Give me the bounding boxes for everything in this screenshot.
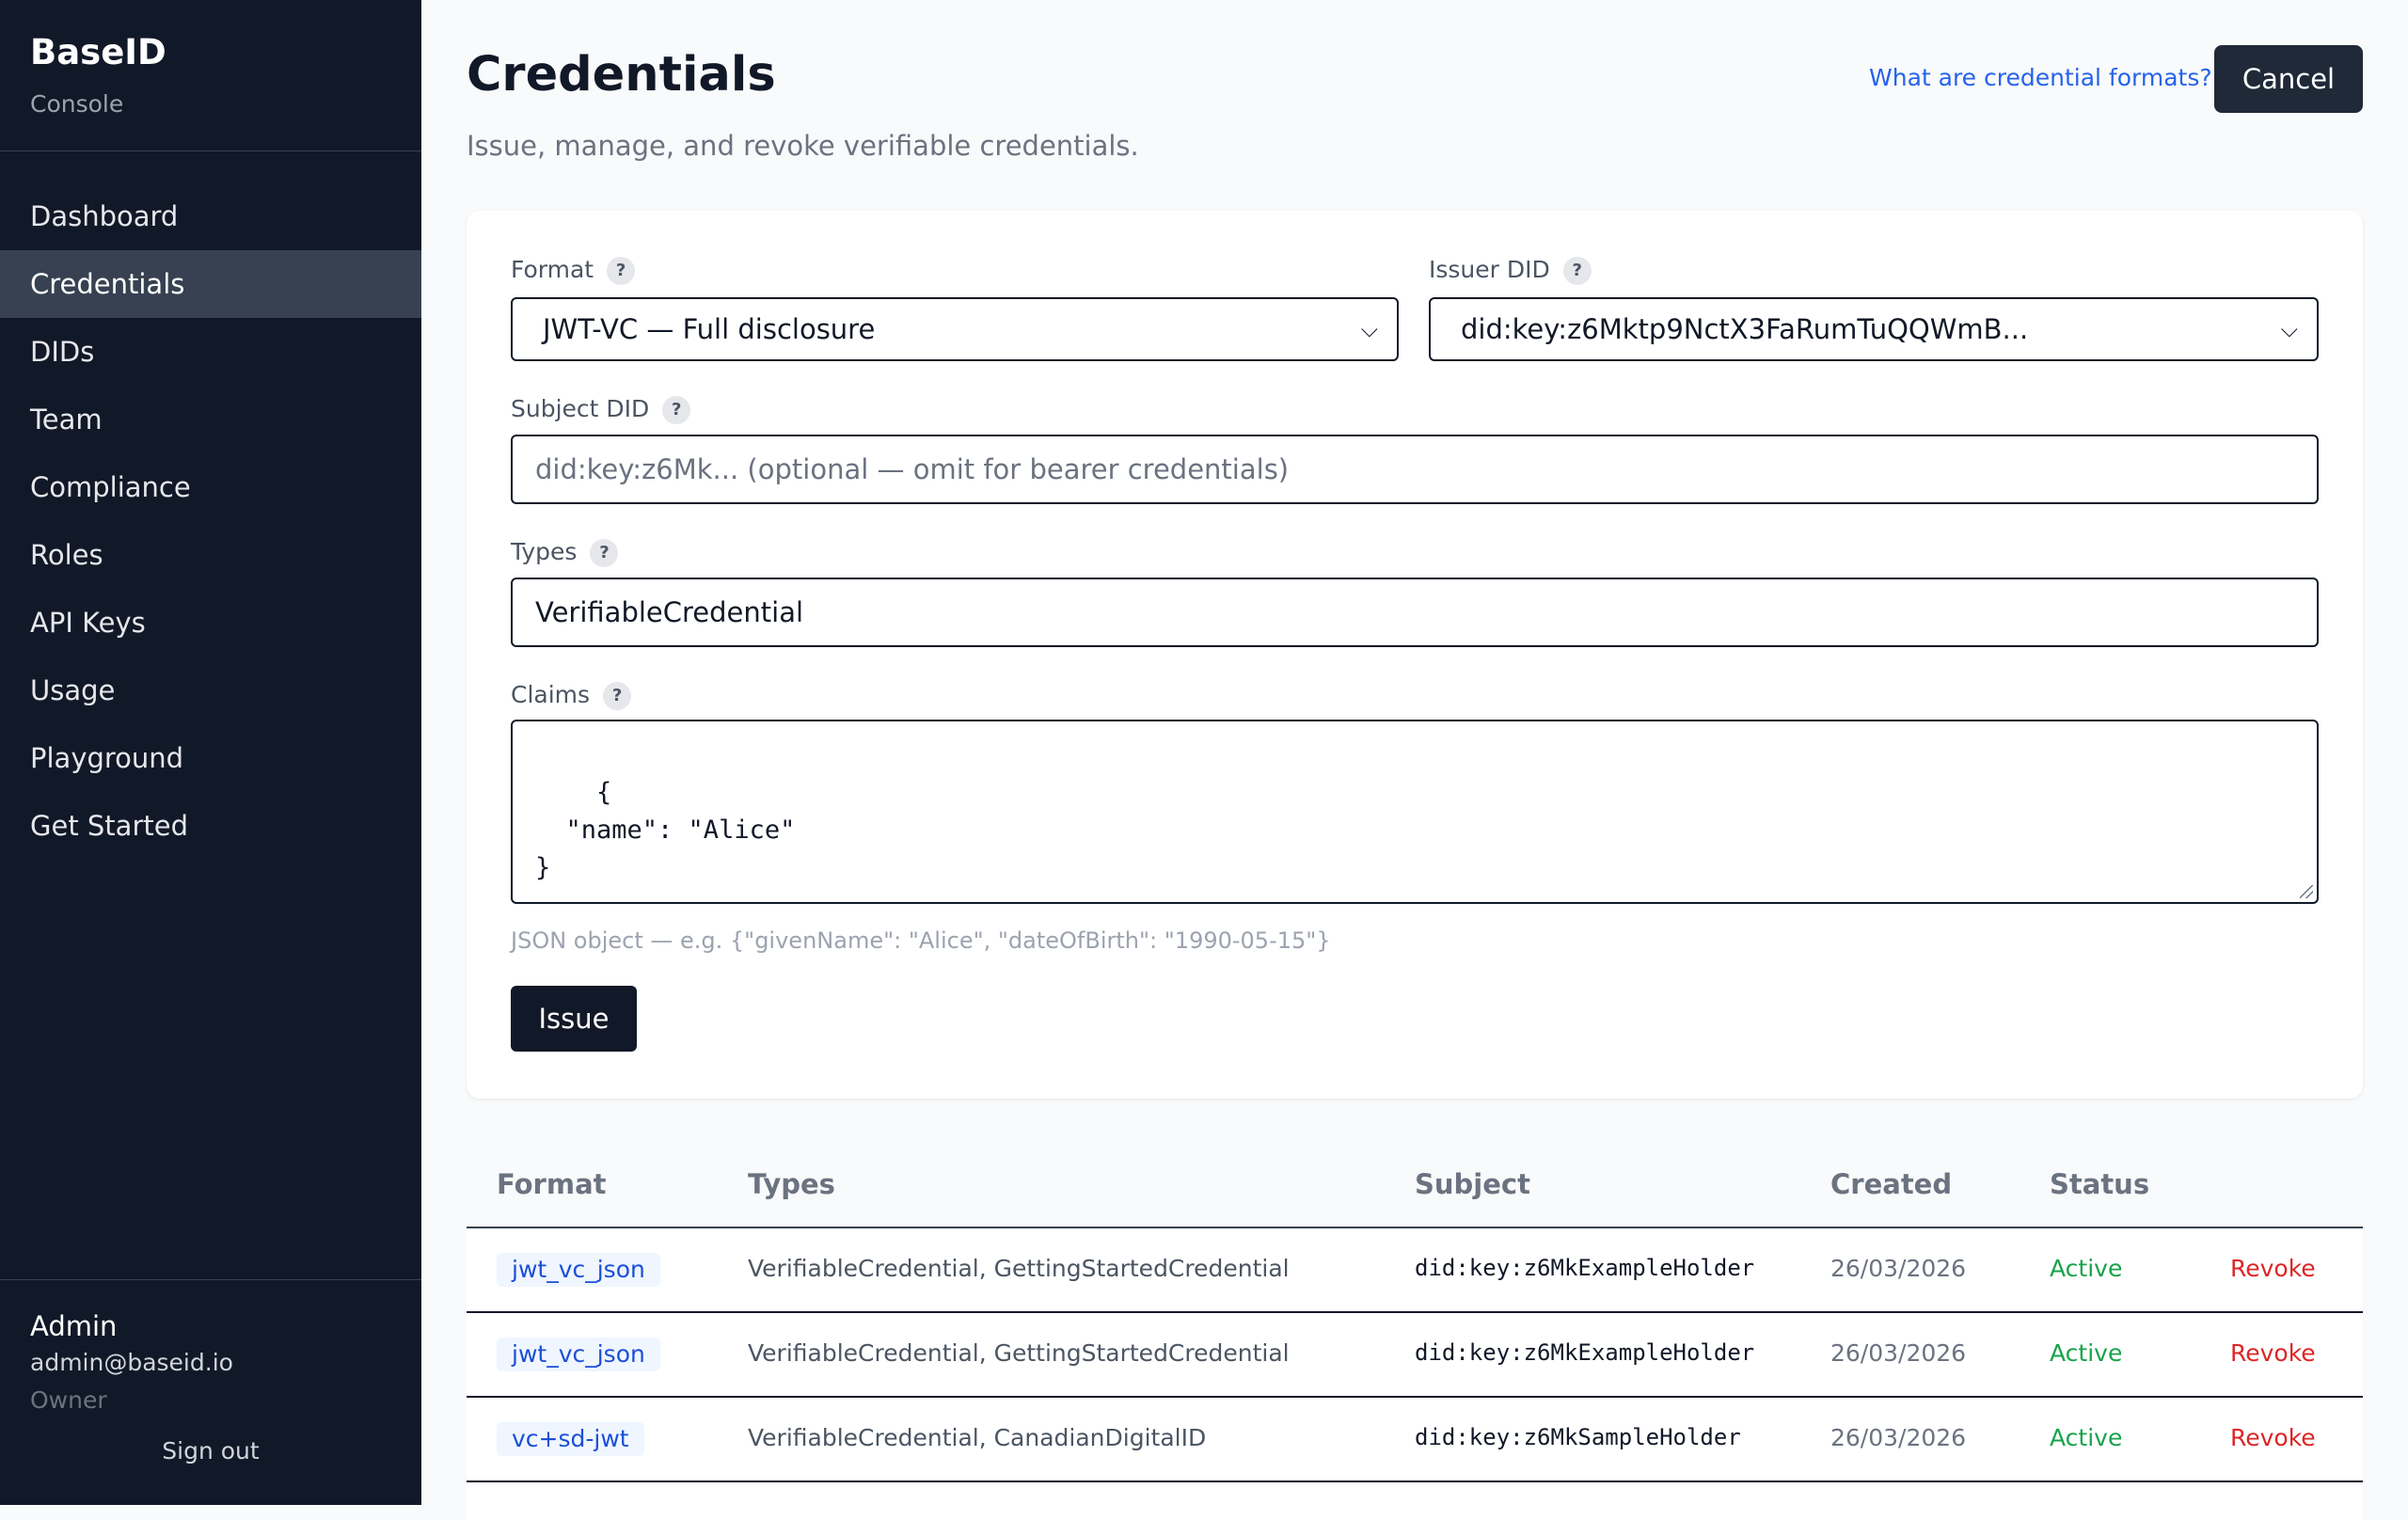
row-types: VerifiableCredential, GettingStartedCred…	[748, 1255, 1290, 1282]
resize-handle-icon[interactable]	[2300, 885, 2313, 898]
sidebar-item-dids[interactable]: DIDs	[0, 318, 421, 386]
revoke-button[interactable]: Revoke	[2230, 1424, 2316, 1451]
page-title: Credentials	[467, 47, 776, 103]
format-badge: vc+sd-jwt	[497, 1422, 644, 1456]
brand-subtitle: Console	[30, 90, 124, 118]
user-email: admin@baseid.io	[30, 1349, 233, 1376]
claims-label: Claims?	[511, 681, 632, 710]
column-header-created: Created	[1830, 1168, 1953, 1200]
chevron-down-icon: ⌵	[2280, 316, 2298, 342]
sidebar-item-dashboard[interactable]: Dashboard	[0, 182, 421, 250]
format-badge: jwt_vc_json	[497, 1338, 660, 1371]
sidebar-divider	[0, 150, 421, 151]
sign-out-button[interactable]: Sign out	[0, 1437, 421, 1465]
sidebar-item-compliance[interactable]: Compliance	[0, 453, 421, 521]
row-status: Active	[2050, 1339, 2123, 1367]
sidebar-footer-divider	[0, 1279, 421, 1280]
format-label: Format?	[511, 256, 636, 285]
column-header-types: Types	[748, 1168, 835, 1200]
revoke-button[interactable]: Revoke	[2230, 1339, 2316, 1367]
format-help-icon[interactable]: ?	[607, 257, 636, 285]
subject-did-help-icon[interactable]: ?	[662, 396, 691, 424]
sidebar-item-credentials[interactable]: Credentials	[0, 250, 421, 318]
row-created: 26/03/2026	[1830, 1255, 1967, 1282]
sidebar-item-playground[interactable]: Playground	[0, 724, 421, 792]
sidebar-item-roles[interactable]: Roles	[0, 521, 421, 589]
claims-textarea-value: { "name": "Alice" }	[535, 778, 796, 882]
row-created: 26/03/2026	[1830, 1424, 1967, 1451]
row-subject: did:key:z6MkSampleHolder	[1415, 1424, 1741, 1450]
types-input[interactable]: VerifiableCredential	[511, 578, 2319, 647]
types-label: Types?	[511, 538, 619, 567]
credential-formats-help-link[interactable]: What are credential formats?	[1869, 64, 2212, 91]
format-select-value: JWT-VC — Full disclosure	[543, 313, 876, 345]
claims-textarea[interactable]: { "name": "Alice" }	[511, 720, 2319, 904]
sidebar-item-api-keys[interactable]: API Keys	[0, 589, 421, 657]
user-name: Admin	[30, 1310, 118, 1342]
row-types: VerifiableCredential, CanadianDigitalID	[748, 1424, 1207, 1451]
chevron-down-icon: ⌵	[1360, 316, 1378, 342]
format-label-text: Format	[511, 256, 594, 283]
table-row: jwt_vc_json VerifiableCredential, Gettin…	[467, 1228, 2363, 1313]
sidebar: BaseID Console Dashboard Credentials DID…	[0, 0, 421, 1505]
column-header-subject: Subject	[1415, 1168, 1530, 1200]
types-label-text: Types	[511, 538, 578, 565]
sidebar-item-team[interactable]: Team	[0, 386, 421, 453]
format-badge: jwt_vc_json	[497, 1253, 660, 1287]
types-help-icon[interactable]: ?	[590, 539, 619, 567]
issuer-help-icon[interactable]: ?	[1562, 257, 1592, 285]
issuer-did-select-value: did:key:z6Mktp9NctX3FaRumTuQQWmB...	[1461, 313, 2029, 345]
credentials-table: Format Types Subject Created Status jwt_…	[467, 1144, 2363, 1520]
claims-hint: JSON object — e.g. {"givenName": "Alice"…	[511, 927, 1331, 954]
table-row: vc+sd-jwt VerifiableCredential, Canadian…	[467, 1398, 2363, 1482]
subject-did-placeholder: did:key:z6Mk... (optional — omit for bea…	[535, 453, 1290, 485]
row-types: VerifiableCredential, GettingStartedCred…	[748, 1339, 1290, 1367]
issuer-label-text: Issuer DID	[1429, 256, 1550, 283]
claims-label-text: Claims	[511, 681, 591, 708]
sidebar-nav: Dashboard Credentials DIDs Team Complian…	[0, 182, 421, 860]
subject-did-label-text: Subject DID	[511, 395, 650, 422]
table-header: Format Types Subject Created Status	[467, 1144, 2363, 1228]
row-status: Active	[2050, 1424, 2123, 1451]
cancel-button[interactable]: Cancel	[2214, 45, 2363, 113]
issuer-label: Issuer DID?	[1429, 256, 1592, 285]
issue-credential-form: Format? JWT-VC — Full disclosure ⌵ Issue…	[467, 211, 2363, 1099]
subject-did-label: Subject DID?	[511, 395, 691, 424]
user-role: Owner	[30, 1386, 107, 1414]
page-subtitle: Issue, manage, and revoke verifiable cre…	[467, 130, 1139, 162]
table-row: jwt_vc_json VerifiableCredential, Gettin…	[467, 1313, 2363, 1398]
format-select[interactable]: JWT-VC — Full disclosure ⌵	[511, 297, 1399, 361]
issuer-did-select[interactable]: did:key:z6Mktp9NctX3FaRumTuQQWmB... ⌵	[1429, 297, 2319, 361]
subject-did-input[interactable]: did:key:z6Mk... (optional — omit for bea…	[511, 435, 2319, 504]
sidebar-item-usage[interactable]: Usage	[0, 657, 421, 724]
claims-help-icon[interactable]: ?	[603, 682, 632, 710]
column-header-status: Status	[2050, 1168, 2150, 1200]
row-status: Active	[2050, 1255, 2123, 1282]
row-created: 26/03/2026	[1830, 1339, 1967, 1367]
row-subject: did:key:z6MkExampleHolder	[1415, 1255, 1755, 1281]
column-header-format: Format	[497, 1168, 607, 1200]
sidebar-item-get-started[interactable]: Get Started	[0, 792, 421, 860]
brand-name: BaseID	[30, 32, 166, 72]
issue-button[interactable]: Issue	[511, 986, 637, 1052]
types-input-value: VerifiableCredential	[535, 596, 804, 628]
revoke-button[interactable]: Revoke	[2230, 1255, 2316, 1282]
row-subject: did:key:z6MkExampleHolder	[1415, 1339, 1755, 1366]
